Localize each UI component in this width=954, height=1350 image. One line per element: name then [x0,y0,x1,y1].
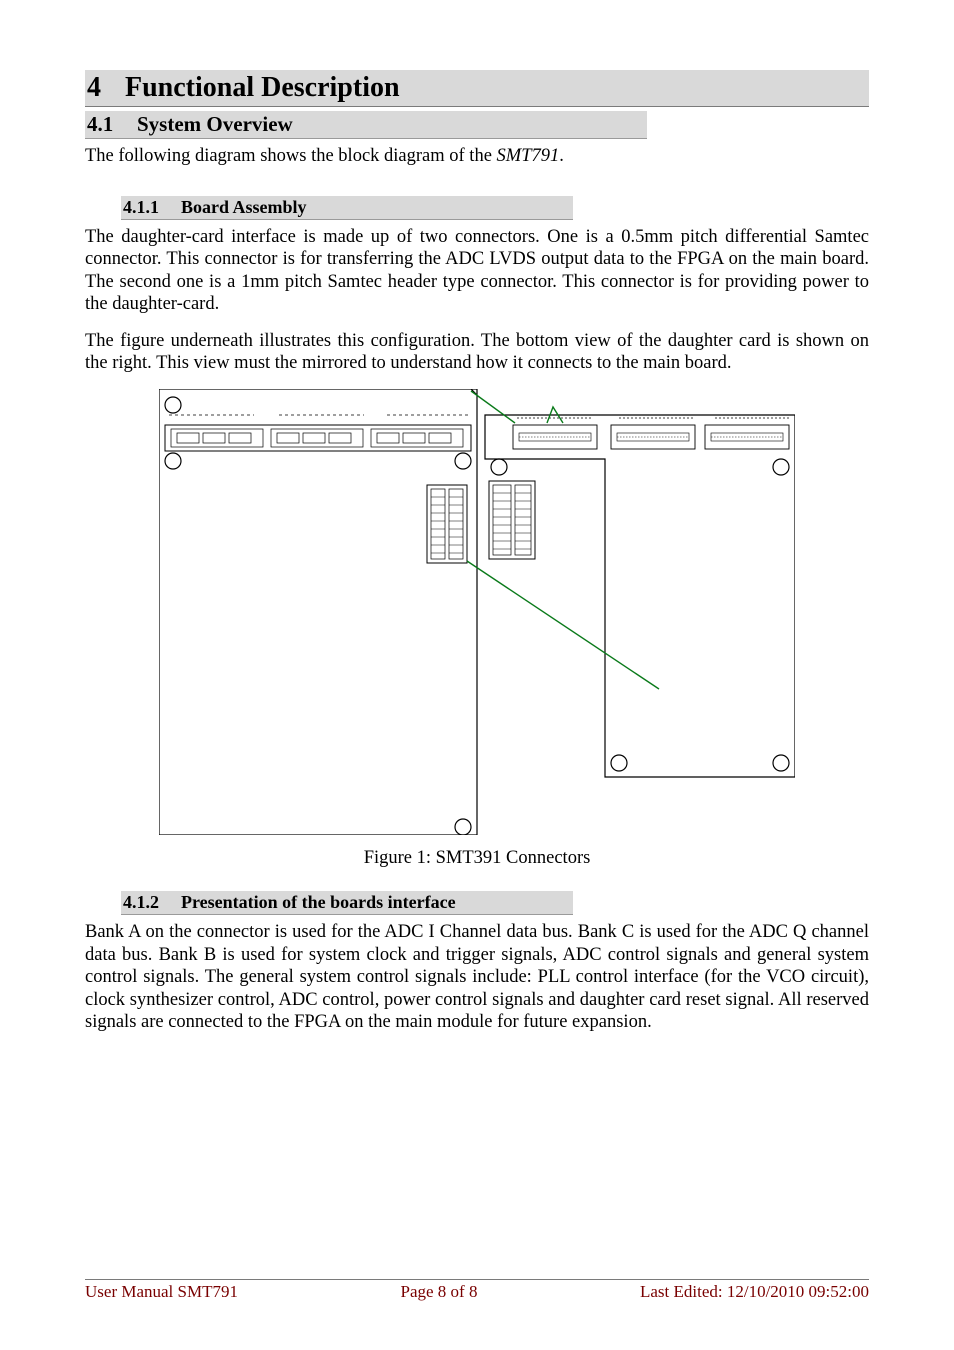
heading-3a-number: 4.1.1 [123,197,181,218]
intro-text-b: SMT791 [497,146,560,166]
footer-left: User Manual SMT791 [85,1282,238,1302]
heading-2: 4.1 System Overview [85,111,647,139]
footer-center: Page 8 of 8 [401,1282,478,1302]
figure-caption: Figure 1: SMT391 Connectors [85,848,869,869]
heading-3b-number: 4.1.2 [123,892,181,913]
heading-3b-text: Presentation of the boards interface [181,892,456,913]
assembly-paragraph-2: The figure underneath illustrates this c… [85,330,869,375]
presentation-paragraph: Bank A on the connector is used for the … [85,921,869,1034]
heading-2-text: System Overview [137,112,293,137]
intro-text-a: The following diagram shows the block di… [85,146,497,166]
heading-1-number: 4 [87,72,125,104]
intro-paragraph: The following diagram shows the block di… [85,145,869,168]
heading-3a-text: Board Assembly [181,197,307,218]
page-footer: User Manual SMT791 Page 8 of 8 Last Edit… [85,1279,869,1302]
footer-right: Last Edited: 12/10/2010 09:52:00 [640,1282,869,1302]
heading-1-text: Functional Description [125,72,400,104]
heading-2-number: 4.1 [87,112,137,137]
heading-3-board-assembly: 4.1.1 Board Assembly [121,196,573,220]
heading-1: 4 Functional Description [85,70,869,107]
assembly-paragraph-1: The daughter-card interface is made up o… [85,226,869,316]
board-diagram-svg [159,389,795,835]
page: 4 Functional Description 4.1 System Over… [0,0,954,1350]
figure-smt391-connectors [159,389,795,840]
intro-text-c: . [559,146,564,166]
heading-3-presentation: 4.1.2 Presentation of the boards interfa… [121,891,573,915]
